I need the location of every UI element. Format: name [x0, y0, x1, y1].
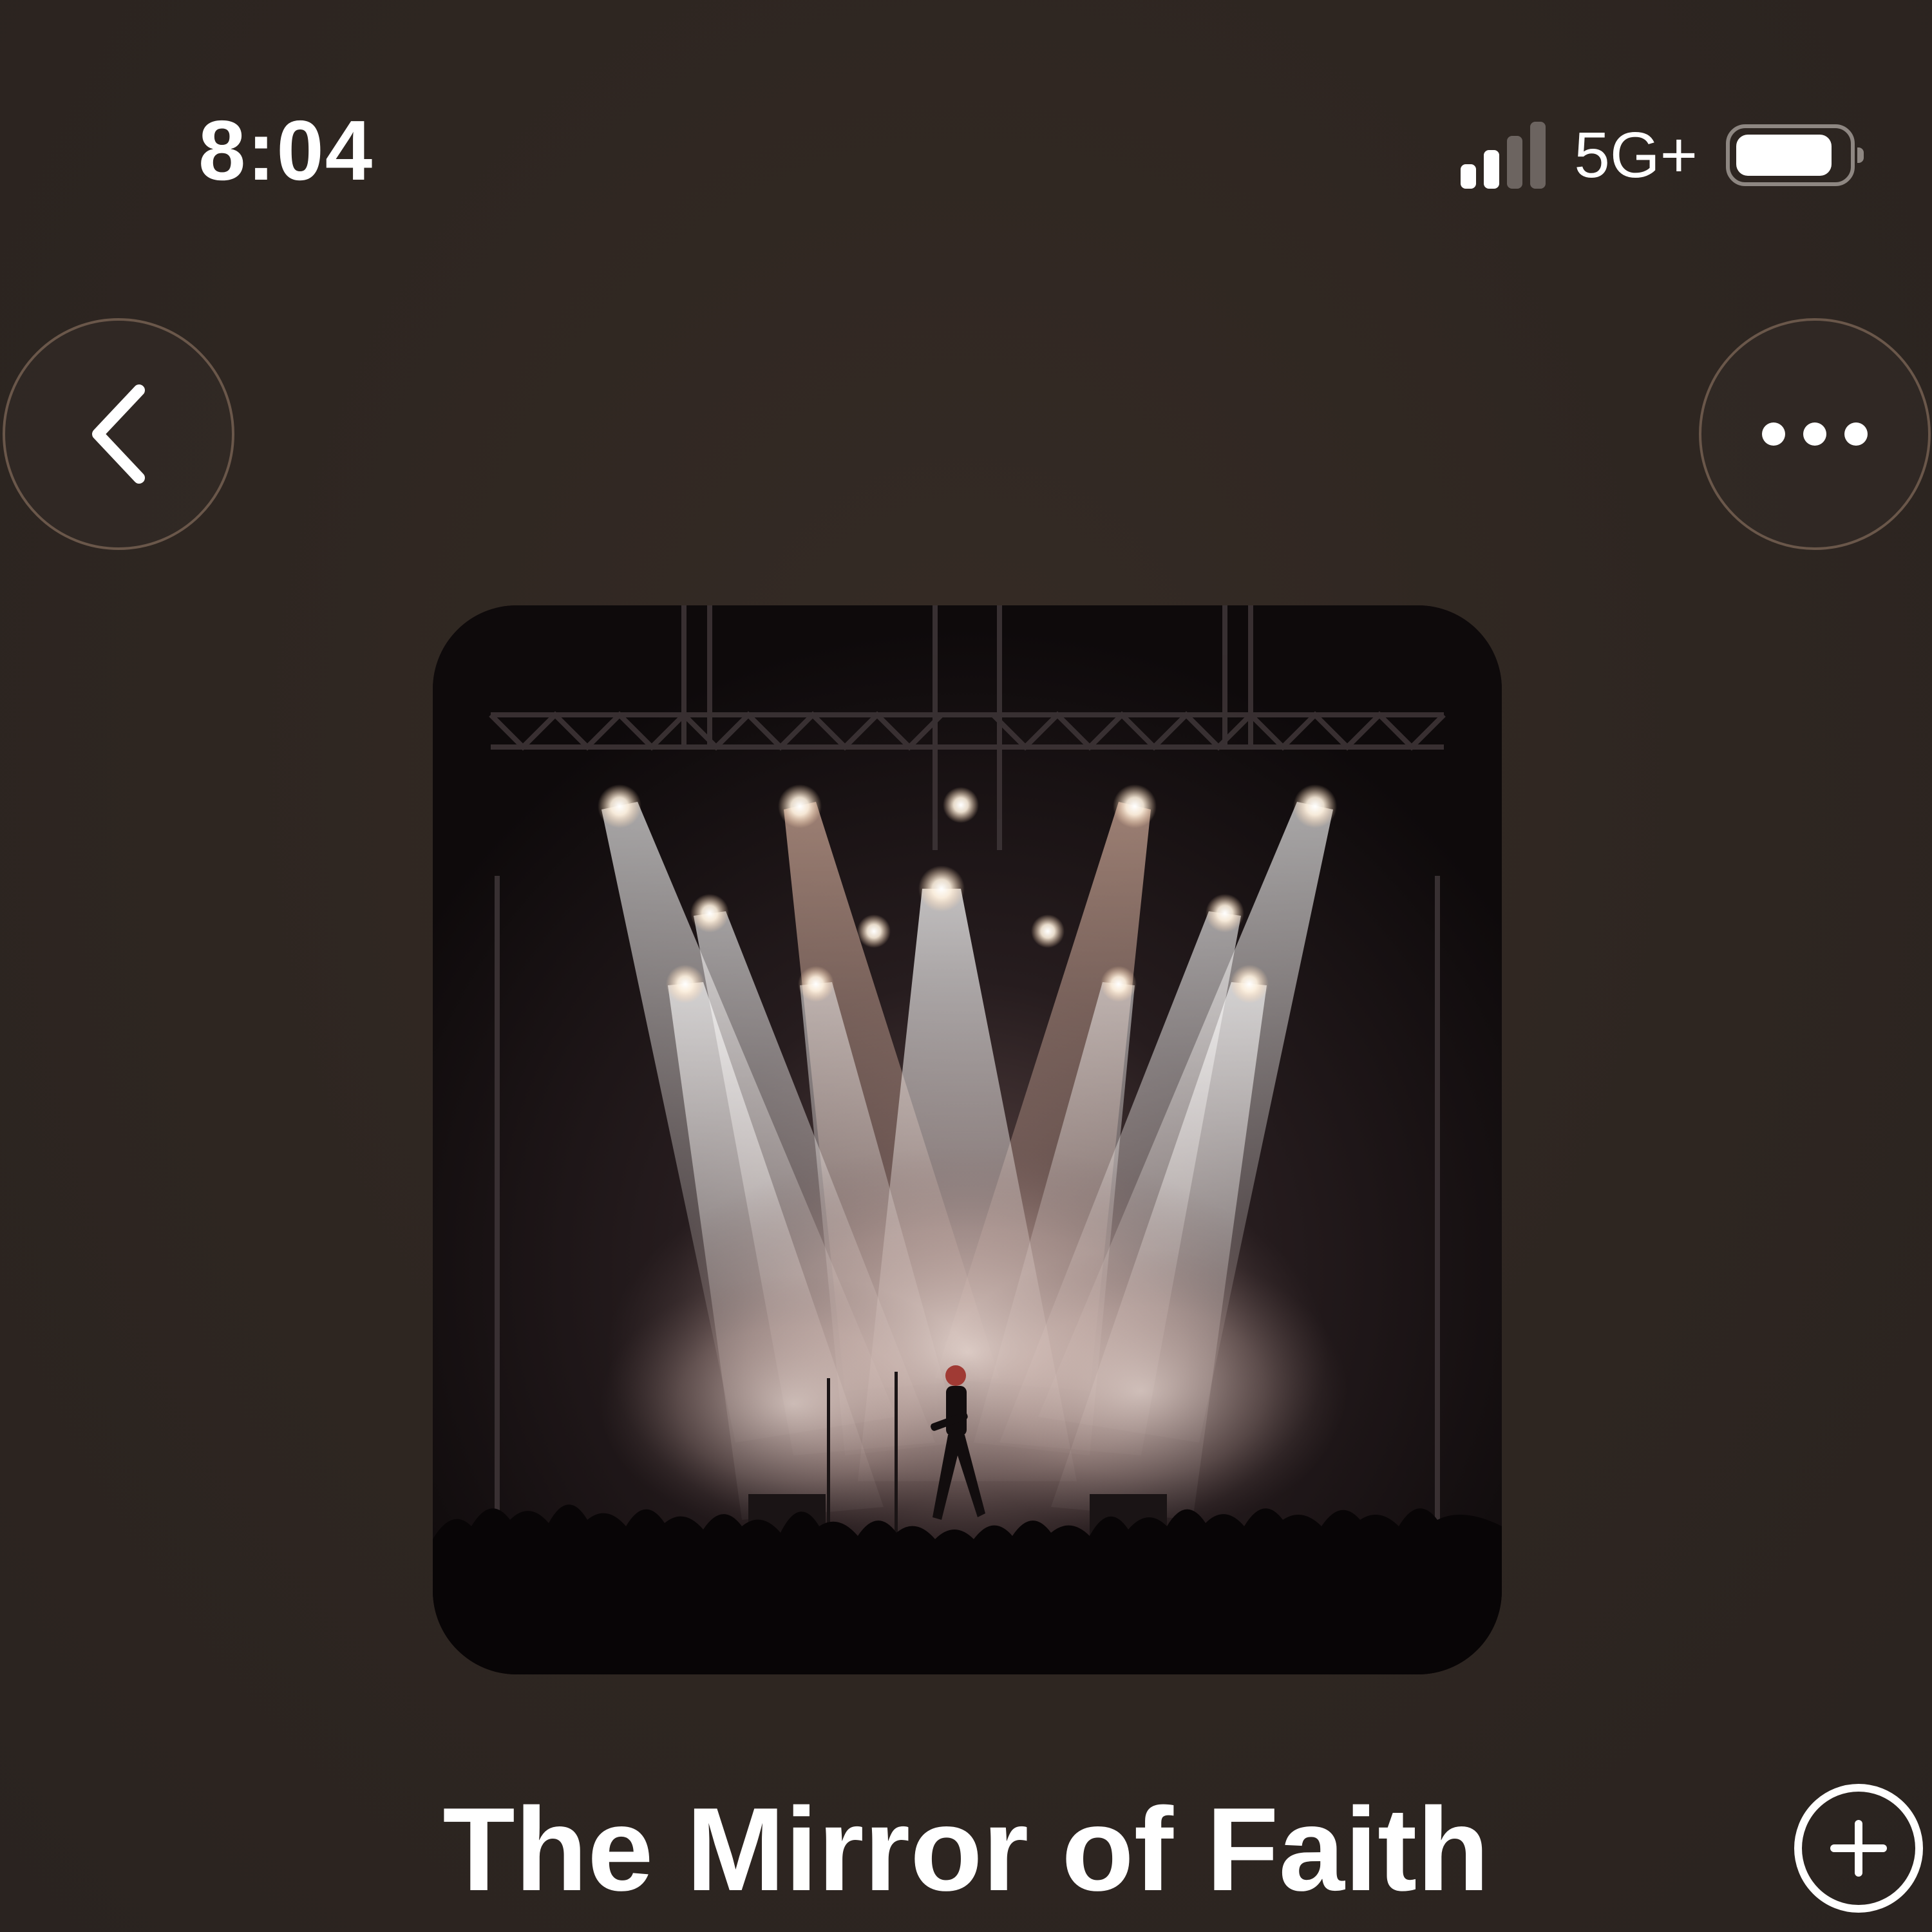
add-to-library-button[interactable] — [1794, 1784, 1923, 1913]
concert-stage-image — [433, 605, 1502, 1674]
network-type: 5G+ — [1574, 119, 1698, 191]
cellular-signal-icon — [1461, 122, 1546, 189]
battery-tip — [1857, 147, 1864, 163]
signal-bar — [1461, 164, 1477, 189]
signal-bar — [1530, 122, 1546, 189]
plus-circle-icon-vertical — [1855, 1820, 1862, 1877]
song-title: The Mirror of Faith — [442, 1783, 1490, 1915]
battery-icon — [1726, 124, 1864, 186]
ellipsis-icon — [1762, 422, 1868, 446]
status-time: 8:04 — [198, 103, 374, 198]
status-indicators: 5G+ — [1461, 119, 1864, 191]
battery-level — [1736, 135, 1832, 176]
signal-bar — [1484, 150, 1500, 189]
signal-bar — [1507, 136, 1523, 189]
back-button[interactable] — [3, 318, 234, 550]
album-artwork[interactable] — [433, 605, 1502, 1674]
chevron-left-icon — [92, 384, 145, 484]
more-options-button[interactable] — [1699, 318, 1931, 550]
